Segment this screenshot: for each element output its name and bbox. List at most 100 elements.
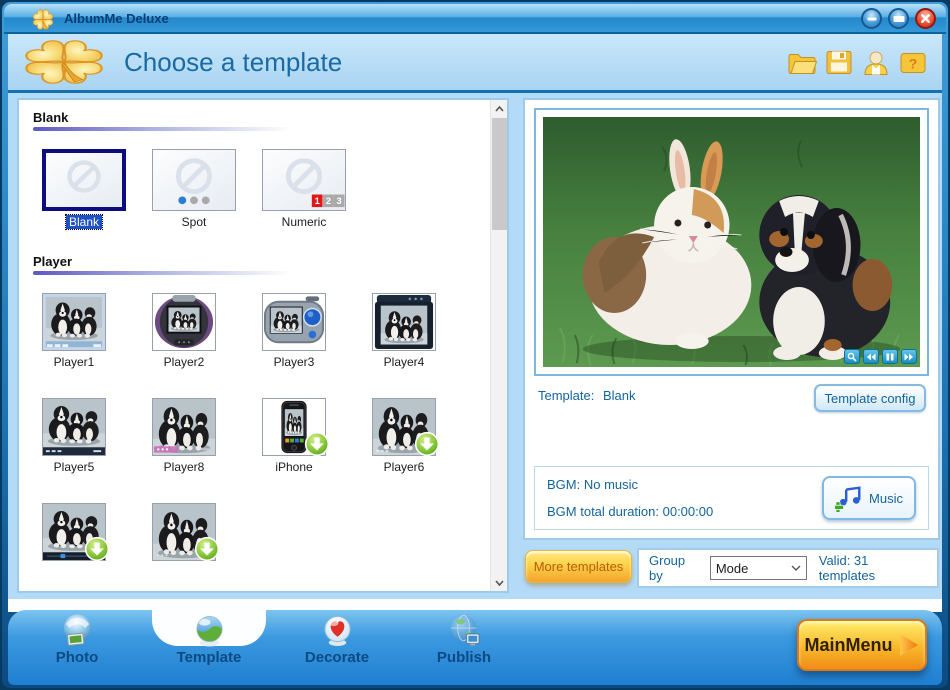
template-item-label: Numeric (281, 215, 327, 229)
template-label: Template: (538, 388, 595, 403)
template-item[interactable]: Player2 (151, 293, 217, 370)
group-by-select[interactable]: Mode (709, 556, 807, 580)
music-button[interactable]: Music (822, 476, 916, 520)
fast-forward-icon[interactable] (901, 349, 917, 364)
template-thumbnail[interactable] (152, 503, 220, 562)
template-item[interactable]: Player5 (41, 398, 107, 475)
template-config-button[interactable]: Template config (814, 384, 926, 412)
valid-count: Valid: 31 templates (818, 553, 876, 583)
template-item[interactable]: 1 2 3 Numeric (261, 149, 347, 230)
user-icon[interactable] (861, 49, 891, 76)
template-thumbnail[interactable]: 123 (262, 149, 346, 211)
template-item-label: Player6 (383, 460, 425, 474)
template-item[interactable]: Player1 (41, 293, 107, 370)
template-item-label: Spot (181, 215, 207, 229)
header: Choose a template ? (8, 34, 942, 93)
section-header: Blank (33, 110, 69, 125)
bgm-status: BGM: No music (547, 477, 639, 492)
template-item-label: Player1 (53, 355, 95, 369)
template-thumbnail[interactable] (42, 293, 106, 351)
publish-icon (450, 614, 480, 646)
template-row: Player1 Player2 Player3 Player4 (31, 293, 486, 370)
zoom-icon[interactable] (844, 349, 860, 364)
template-item[interactable]: Player3 (261, 293, 327, 370)
template-thumbnail[interactable] (42, 149, 126, 211)
photo-icon (63, 614, 91, 646)
template-item-label: Player2 (163, 355, 205, 369)
main-menu-button[interactable]: MainMenu (797, 619, 927, 671)
section-header: Player (33, 254, 73, 269)
template-list: Blank Blank Spot 1 2 3 Numeric Player Player1 Pla… (19, 100, 490, 591)
minimize-icon[interactable] (861, 8, 882, 29)
scroll-down-icon[interactable] (491, 574, 507, 591)
template-item[interactable] (151, 503, 220, 580)
app-window: AlbumMe Deluxe Choose a template ? Blank… (0, 0, 950, 690)
preview-photo (543, 117, 920, 367)
template-thumbnail[interactable] (262, 293, 326, 351)
tab-publish[interactable]: Publish (404, 611, 524, 666)
template-item[interactable]: Player4 (371, 293, 437, 370)
template-thumbnail[interactable] (372, 293, 436, 351)
template-thumbnail[interactable] (262, 398, 330, 457)
template-item-label: Player5 (53, 460, 95, 474)
preview-box (534, 108, 929, 376)
rewind-icon[interactable] (863, 349, 879, 364)
template-item-label: Player8 (163, 460, 205, 474)
clover-logo-icon (16, 35, 112, 89)
svg-text:1: 1 (315, 196, 320, 206)
template-item[interactable]: iPhone (261, 398, 330, 475)
svg-text:2: 2 (326, 196, 331, 206)
template-thumbnail[interactable] (372, 398, 440, 457)
template-thumbnail[interactable] (42, 398, 106, 456)
download-badge-icon (84, 536, 110, 562)
bgm-box: BGM: No music BGM total duration: 00:00:… (534, 466, 929, 530)
scrollbar-thumb[interactable] (492, 118, 507, 230)
template-row: Player5 Player8 iPhone Player6 (31, 398, 486, 475)
template-thumbnail[interactable] (152, 398, 216, 456)
template-item-label: Blank (64, 214, 104, 230)
download-badge-icon (414, 431, 440, 457)
scroll-up-icon[interactable] (491, 100, 507, 117)
template-item-label: Player3 (273, 355, 315, 369)
maximize-icon[interactable] (888, 8, 909, 29)
open-project-icon[interactable] (787, 49, 817, 76)
pause-icon[interactable] (882, 349, 898, 364)
more-templates-button[interactable]: More templates (525, 550, 632, 583)
svg-text:?: ? (909, 56, 918, 72)
arrow-right-icon (899, 634, 918, 656)
template-item[interactable]: Player8 (151, 398, 217, 475)
template-item[interactable] (41, 503, 110, 580)
template-icon (195, 616, 223, 647)
preview-controls (844, 349, 917, 364)
music-button-label: Music (869, 490, 903, 506)
section-underline (33, 127, 291, 131)
template-thumbnail[interactable] (42, 503, 110, 562)
tab-photo[interactable]: Photo (17, 611, 137, 666)
decorate-icon (323, 615, 351, 647)
page-title: Choose a template (124, 47, 343, 77)
download-badge-icon (194, 536, 220, 562)
window-title: AlbumMe Deluxe (64, 11, 169, 26)
template-thumbnail[interactable] (152, 293, 216, 351)
tab-decorate[interactable]: Decorate (277, 611, 397, 666)
section-underline (33, 271, 291, 275)
help-icon[interactable]: ? (898, 49, 928, 76)
template-value: Blank (603, 388, 636, 403)
svg-text:3: 3 (337, 196, 342, 206)
template-thumbnail[interactable] (152, 149, 236, 211)
bgm-duration: BGM total duration: 00:00:00 (547, 504, 714, 519)
save-icon[interactable] (824, 49, 854, 76)
download-badge-icon (304, 431, 330, 457)
template-item[interactable]: Player6 (371, 398, 440, 475)
template-item[interactable]: Blank (41, 149, 127, 230)
template-item[interactable]: Spot (151, 149, 237, 230)
close-icon[interactable] (915, 8, 936, 29)
group-by-label: Group by (649, 553, 686, 583)
template-item-label: Player4 (383, 355, 425, 369)
clover-logo-icon (30, 7, 56, 32)
group-by-box: Group by Mode Valid: 31 templates (637, 548, 939, 588)
title-bar: AlbumMe Deluxe (4, 4, 946, 34)
tab-template[interactable]: Template (149, 611, 269, 666)
template-status: Template: Blank (538, 388, 636, 403)
scrollbar[interactable] (490, 100, 507, 591)
